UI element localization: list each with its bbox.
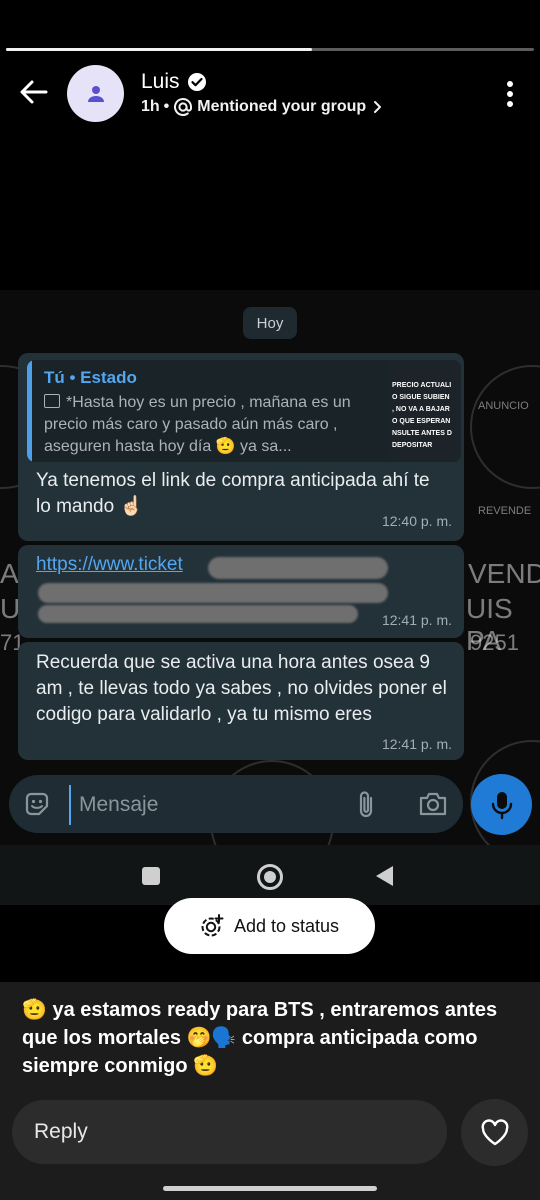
caption-text: 🫡 ya estamos ready para BTS , entraremos… (22, 999, 498, 1077)
microphone-button[interactable] (471, 774, 532, 835)
quote-accent-bar (27, 360, 32, 462)
thumb-line: O SIGUE SUBIEN (392, 394, 450, 401)
message-composer (9, 775, 463, 833)
redaction-scribble (208, 557, 388, 579)
verified-badge-icon (188, 73, 206, 91)
quote-text: *Hasta hoy es un precio , mañana es un p… (44, 392, 382, 458)
quoted-status[interactable]: Tú • Estado *Hasta hoy es un precio , ma… (27, 360, 461, 462)
thumb-line: DEPOSITAR (392, 442, 433, 449)
message-link[interactable]: https://www.ticket (36, 554, 183, 576)
message-time: 12:40 p. m. (381, 513, 452, 529)
thumb-line: , NO VA A BAJAR (392, 406, 450, 413)
heart-icon (481, 1118, 508, 1145)
quote-body: *Hasta hoy es un precio , mañana es un p… (44, 394, 351, 455)
mention-text: Mentioned your group (197, 98, 367, 115)
status-caption: 🫡 ya estamos ready para BTS , entraremos… (0, 982, 540, 1090)
thumb-line: O QUE ESPERAN (392, 418, 451, 425)
redaction-scribble (38, 583, 388, 603)
story-time: 1h (141, 98, 160, 115)
android-navigation-bar (0, 845, 540, 905)
wallpaper-text: REVENDE (478, 505, 532, 517)
wallpaper-text: ANUNCIO (478, 400, 529, 412)
message-time: 12:41 p. m. (381, 612, 452, 628)
back-button[interactable] (16, 74, 52, 110)
redaction-scribble (38, 605, 358, 623)
like-button[interactable] (461, 1099, 528, 1166)
more-vertical-icon (507, 81, 513, 107)
separator-dot: • (163, 98, 170, 115)
story-subtitle[interactable]: 1h • Mentioned your group (141, 97, 384, 117)
author-name[interactable]: Luis (141, 70, 180, 94)
microphone-icon (491, 791, 512, 819)
message-text: Ya tenemos el link de compra anticipada … (36, 470, 430, 517)
add-to-status-button[interactable]: Add to status (164, 898, 375, 954)
story-header: Luis 1h • Mentioned your group (0, 60, 540, 130)
shared-chat-screenshot: AL U 71 VENDI UIS PA 9251 REVENDE ANUNCI… (0, 290, 540, 905)
message-bubble[interactable]: Tú • Estado *Hasta hoy es un precio , ma… (18, 353, 464, 541)
paperclip-icon[interactable] (355, 789, 377, 819)
camera-icon[interactable] (418, 790, 448, 818)
wallpaper-seal (470, 365, 540, 489)
message-text: Recuerda que se activa una hora antes os… (36, 652, 447, 725)
message-bubble[interactable]: Recuerda que se activa una hora antes os… (18, 642, 464, 760)
reply-bar (0, 1090, 540, 1200)
wallpaper-text: 9251 (470, 630, 519, 655)
image-icon (44, 394, 60, 408)
add-status-icon (201, 914, 224, 937)
thumb-line: NSULTE ANTES D (392, 430, 452, 437)
date-chip: Hoy (243, 307, 297, 339)
message-time: 12:41 p. m. (381, 736, 452, 752)
arrow-left-icon (20, 80, 48, 104)
home-circle-icon (257, 864, 283, 890)
recents-square-icon (142, 867, 160, 885)
back-triangle-icon (376, 866, 393, 886)
quote-title: Tú • Estado (44, 368, 137, 387)
person-icon (87, 85, 104, 102)
reply-input[interactable] (12, 1100, 447, 1164)
gesture-navigation-bar (163, 1186, 377, 1191)
message-input[interactable] (69, 785, 331, 825)
mention-at-icon (174, 98, 193, 116)
author-avatar[interactable] (67, 65, 124, 122)
chevron-right-icon (374, 101, 382, 113)
story-progress-track (6, 48, 534, 51)
add-to-status-label: Add to status (233, 915, 340, 936)
story-progress-fill (6, 48, 313, 51)
message-bubble[interactable]: https://www.ticket 12:41 p. m. (18, 545, 464, 638)
emoji-sticker-icon[interactable] (23, 790, 51, 818)
wallpaper-text: VENDI (468, 558, 540, 589)
more-options-button[interactable] (500, 78, 520, 110)
thumb-line: PRECIO ACTUALI (392, 382, 452, 389)
quote-thumbnail: PRECIO ACTUALI O SIGUE SUBIEN , NO VA A … (389, 360, 461, 462)
